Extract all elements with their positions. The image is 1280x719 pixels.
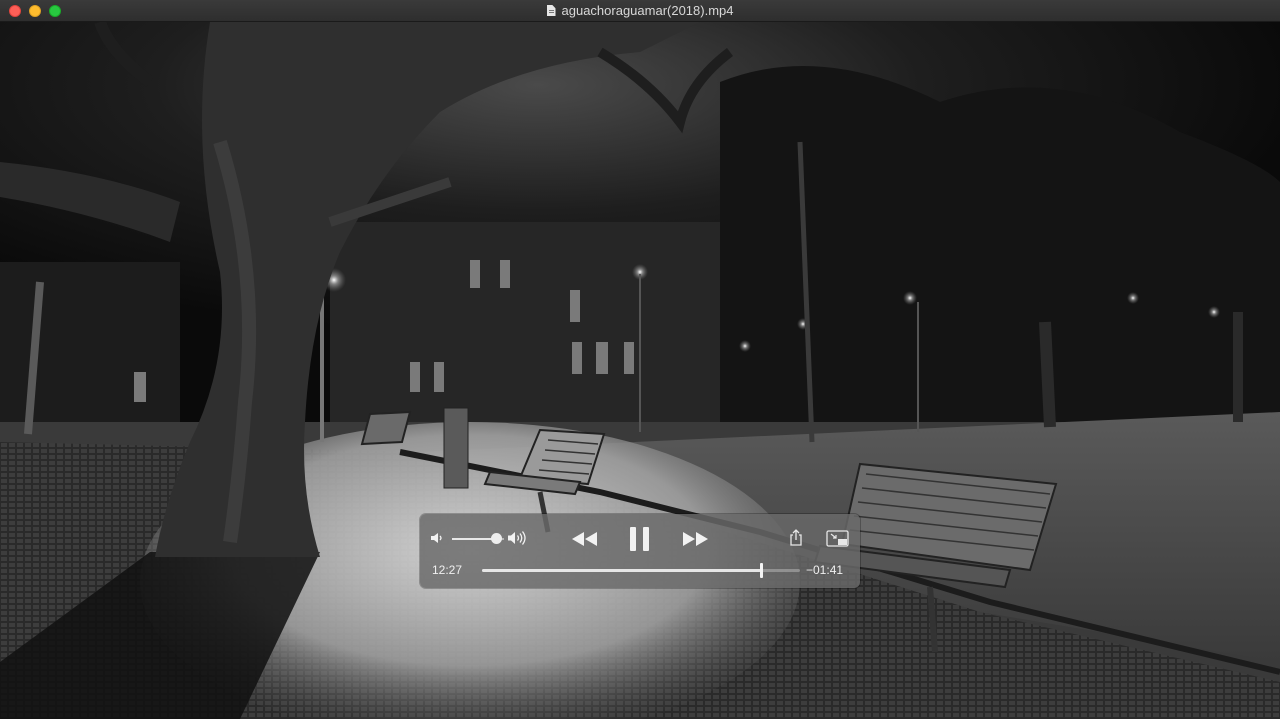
pause-icon[interactable] xyxy=(628,526,652,552)
remaining-time: −01:41 xyxy=(806,563,844,577)
speaker-low-icon[interactable] xyxy=(430,531,444,545)
quicktime-window: aguachoraguamar(2018).mp4 12:27 −01:41 xyxy=(0,0,1280,719)
picture-in-picture-icon[interactable] xyxy=(826,530,850,548)
volume-level xyxy=(452,538,497,540)
window-title: aguachoraguamar(2018).mp4 xyxy=(0,0,1280,22)
video-scene xyxy=(0,22,1280,719)
timeline-scrubber[interactable] xyxy=(482,563,800,578)
title-bar[interactable]: aguachoraguamar(2018).mp4 xyxy=(0,0,1280,22)
fast-forward-icon[interactable] xyxy=(681,530,709,548)
document-icon xyxy=(546,5,556,16)
video-frame[interactable] xyxy=(0,22,1280,719)
timeline-progress xyxy=(482,569,762,572)
current-time: 12:27 xyxy=(432,563,463,577)
speaker-high-icon[interactable] xyxy=(507,530,529,546)
volume-knob[interactable] xyxy=(490,533,502,544)
playhead[interactable] xyxy=(759,563,763,578)
window-title-text: aguachoraguamar(2018).mp4 xyxy=(561,3,734,18)
share-icon[interactable] xyxy=(789,529,803,547)
rewind-icon[interactable] xyxy=(571,530,599,548)
